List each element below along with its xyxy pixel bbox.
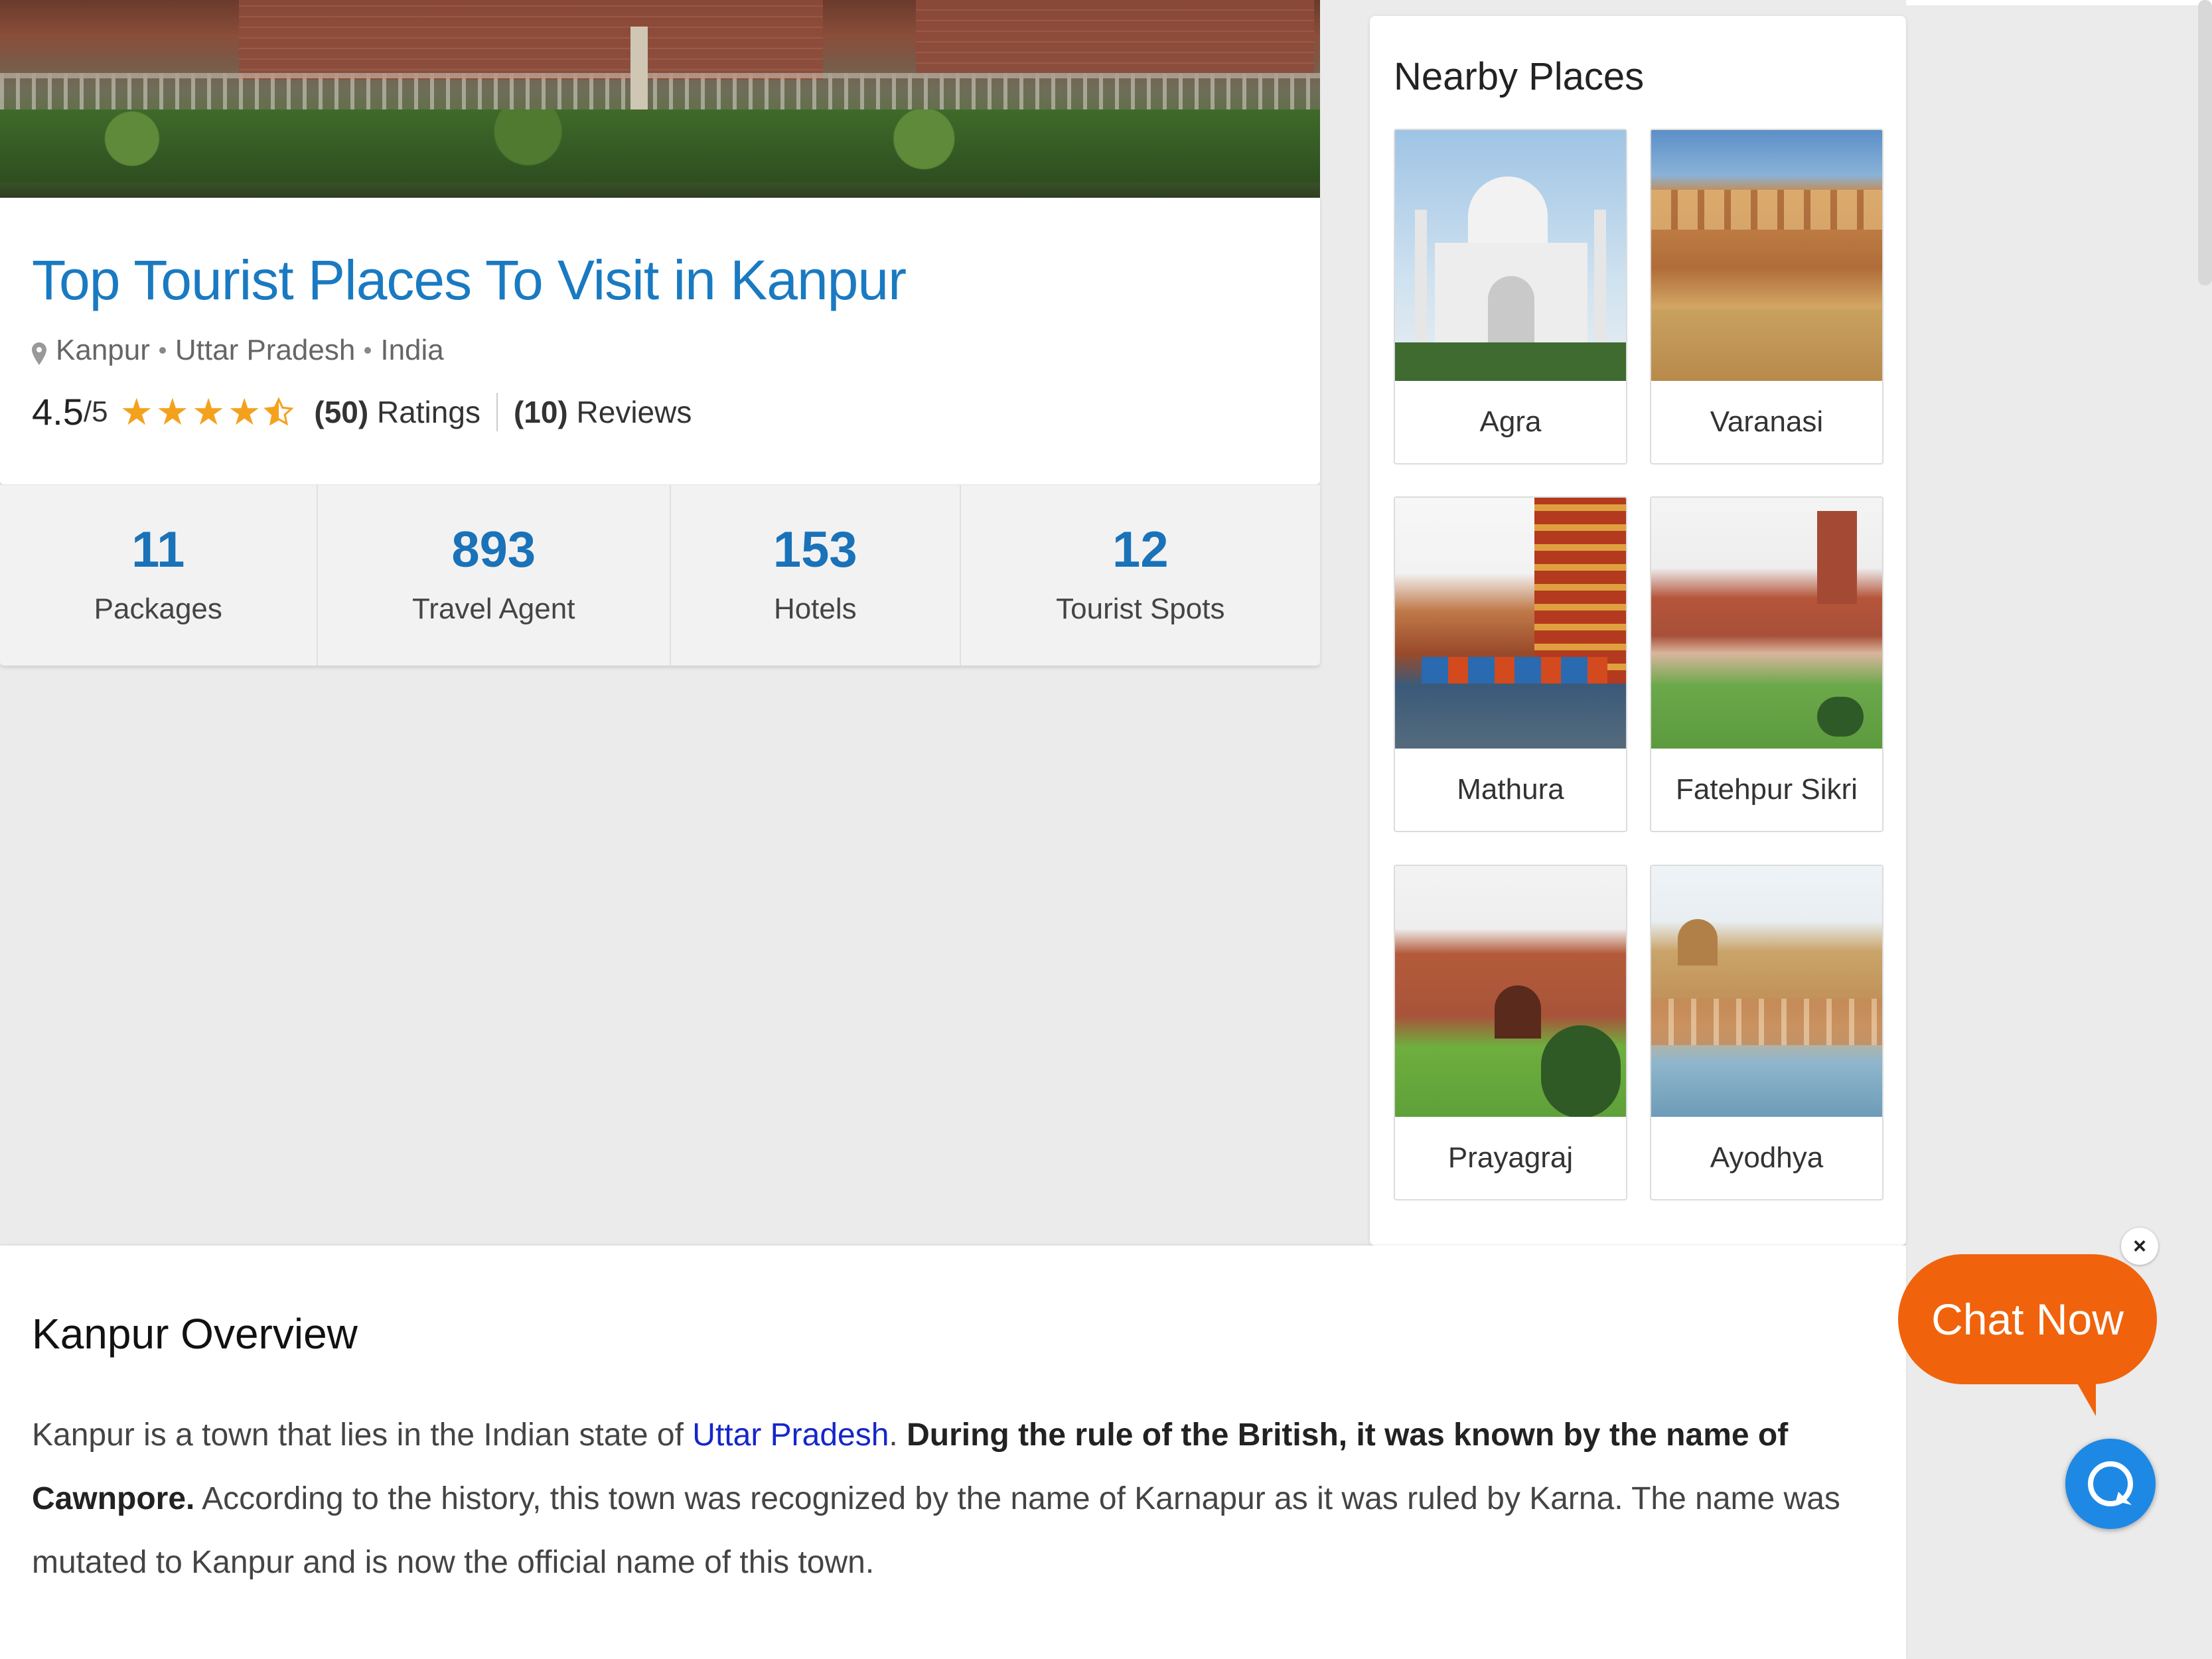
place-name: Prayagraj [1447, 1141, 1574, 1174]
star-icon: ★ [155, 390, 189, 433]
star-icon: ★ [191, 390, 226, 433]
rating-out-of: /5 [83, 395, 108, 428]
breadcrumb-state[interactable]: Uttar Pradesh [175, 334, 355, 367]
place-image [1395, 866, 1626, 1117]
overview-text-part: Kanpur is a town that lies in the Indian… [32, 1417, 693, 1453]
location-pin-icon [32, 339, 46, 365]
stat-travel-agent[interactable]: 893 Travel Agent [318, 485, 671, 666]
place-name: Mathura [1457, 773, 1564, 806]
rating-score: 4.5 [32, 391, 84, 433]
page-title: Top Tourist Places To Visit in Kanpur [32, 249, 907, 311]
overview-section: Kanpur Overview Kanpur is a town that li… [0, 1246, 1906, 1659]
stat-tourist-spots[interactable]: 12 Tourist Spots [961, 485, 1320, 666]
place-image [1651, 866, 1882, 1117]
overview-text-part: . [889, 1417, 907, 1453]
overview-text: Kanpur is a town that lies in the Indian… [32, 1404, 1883, 1595]
divider [496, 392, 498, 431]
half-star-icon [263, 394, 295, 431]
overview-text-part: According to the history, this town was … [32, 1481, 1840, 1580]
stat-label: Tourist Spots [1056, 593, 1225, 625]
rating-summary: 4.5 /5 ★ ★ ★ ★ (50) Ratings (10) Reviews [32, 390, 692, 433]
place-image [1651, 498, 1882, 749]
stat-value: 893 [451, 522, 536, 578]
reviews-count: (10) [513, 394, 568, 429]
place-info-card: Top Tourist Places To Visit in Kanpur Ka… [0, 198, 1320, 666]
breadcrumb-city[interactable]: Kanpur [56, 334, 150, 367]
overview-heading: Kanpur Overview [32, 1310, 358, 1358]
place-name: Ayodhya [1710, 1141, 1824, 1174]
star-rating: ★ ★ ★ ★ [119, 390, 295, 433]
stats-bar: 11 Packages 893 Travel Agent 153 Hotels … [0, 484, 1320, 666]
nearby-heading: Nearby Places [1394, 55, 1645, 98]
stat-value: 12 [1112, 522, 1169, 578]
nearby-place-card[interactable]: Agra [1394, 129, 1627, 465]
separator-dot [159, 347, 166, 354]
ratings-link[interactable]: (50) Ratings [314, 394, 480, 430]
close-icon[interactable]: × [2121, 1228, 2158, 1265]
reviews-link[interactable]: (10) Reviews [514, 394, 692, 430]
star-icon: ★ [119, 390, 153, 433]
place-image [1651, 130, 1882, 381]
nearby-place-card[interactable]: Varanasi [1650, 129, 1883, 465]
place-image [1395, 130, 1626, 381]
separator-dot [364, 347, 372, 354]
place-image [1395, 498, 1626, 749]
chat-icon[interactable] [2065, 1439, 2156, 1529]
place-name: Varanasi [1710, 405, 1824, 438]
nearby-place-card[interactable]: Ayodhya [1650, 865, 1883, 1200]
nearby-place-card[interactable]: Mathura [1394, 496, 1627, 832]
breadcrumb: Kanpur Uttar Pradesh India [32, 334, 444, 367]
ratings-count: (50) [314, 394, 369, 429]
page-top-strip [1906, 0, 2212, 5]
stat-label: Packages [94, 593, 222, 625]
place-name: Fatehpur Sikri [1676, 773, 1858, 806]
nearby-place-card[interactable]: Fatehpur Sikri [1650, 496, 1883, 832]
breadcrumb-country[interactable]: India [380, 334, 443, 367]
star-icon: ★ [228, 390, 261, 433]
place-name: Agra [1479, 405, 1542, 438]
chat-now-button[interactable]: Chat Now [1898, 1254, 2157, 1384]
reviews-label: Reviews [576, 394, 692, 429]
stat-label: Hotels [773, 593, 857, 625]
stat-label: Travel Agent [412, 593, 575, 625]
hero-image [0, 0, 1320, 198]
stat-hotels[interactable]: 153 Hotels [671, 485, 961, 666]
uttar-pradesh-link[interactable]: Uttar Pradesh [692, 1417, 889, 1453]
nearby-place-card[interactable]: Prayagraj [1394, 865, 1627, 1200]
nearby-places-panel: Nearby Places Agra Varanasi Mathura Fate… [1370, 16, 1906, 1246]
ratings-label: Ratings [376, 394, 480, 429]
stat-value: 11 [131, 522, 185, 578]
scrollbar[interactable] [2198, 0, 2212, 285]
stat-packages[interactable]: 11 Packages [0, 485, 318, 666]
stat-value: 153 [773, 522, 857, 578]
